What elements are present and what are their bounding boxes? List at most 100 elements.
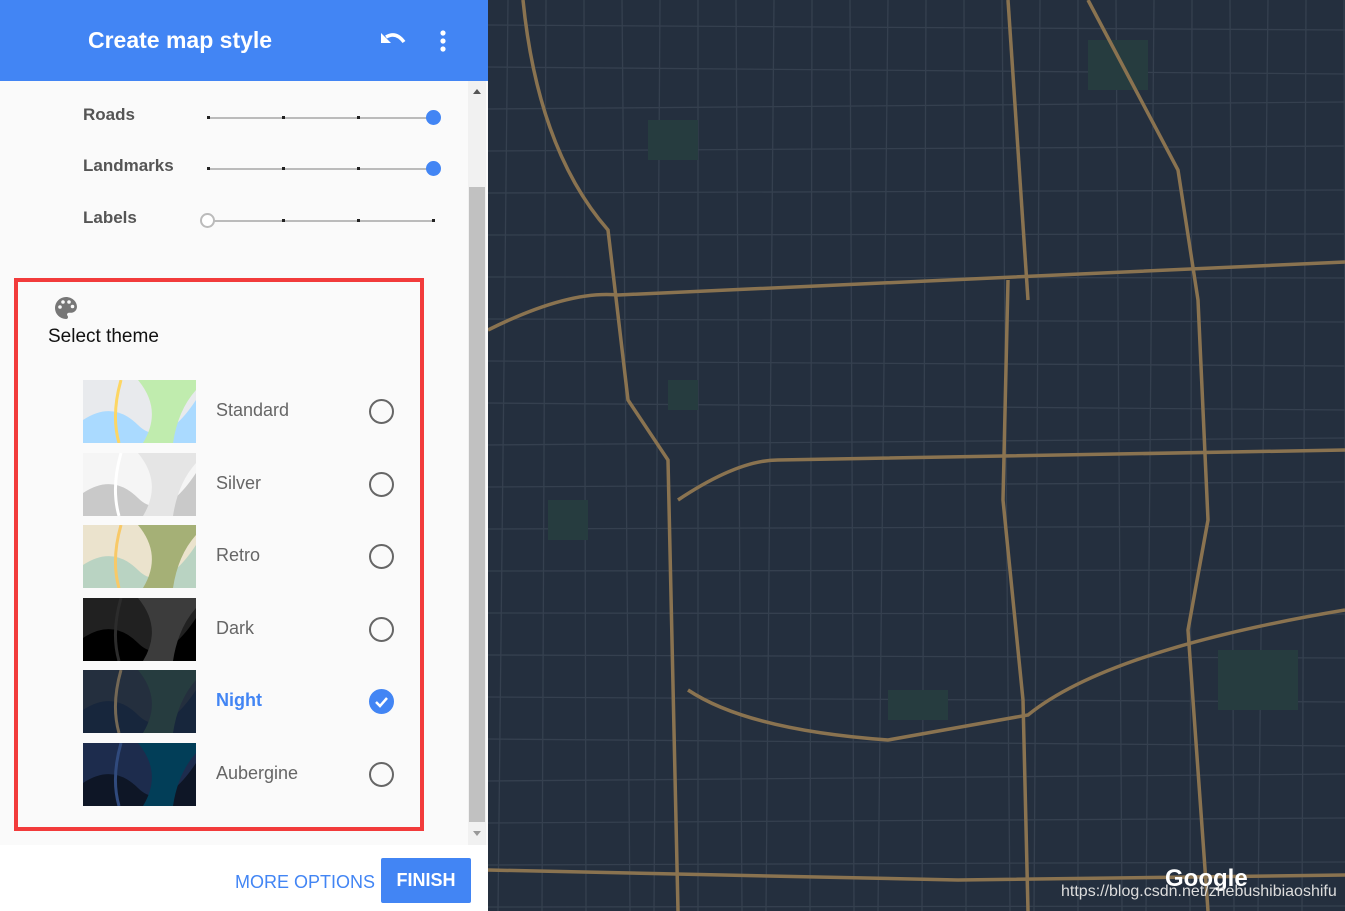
highway xyxy=(1006,0,1030,301)
minor-road xyxy=(877,0,889,911)
minor-road xyxy=(1189,0,1193,911)
slider-labels[interactable] xyxy=(200,213,435,228)
slider-tick xyxy=(282,167,285,170)
panel-header: Create map style xyxy=(0,0,488,81)
minor-road xyxy=(488,66,1345,75)
minor-road xyxy=(488,189,1345,194)
minor-road xyxy=(488,905,1345,908)
slider-tick xyxy=(357,167,360,170)
theme-label: Dark xyxy=(216,617,255,638)
page-title: Create map style xyxy=(88,27,273,53)
minor-road xyxy=(488,276,1345,279)
minor-road xyxy=(621,0,631,911)
slider-knob[interactable] xyxy=(426,161,441,176)
minor-road xyxy=(488,101,1345,110)
theme-radio[interactable] xyxy=(369,689,394,715)
minor-road xyxy=(849,0,855,911)
theme-thumbnail xyxy=(83,380,196,443)
park-area xyxy=(1218,650,1298,710)
undo-icon[interactable] xyxy=(378,28,408,54)
minor-road xyxy=(488,402,1345,411)
slider-label-labels: Labels xyxy=(83,208,137,227)
theme-section: Select theme Standard Silver Retro Dark … xyxy=(14,278,424,831)
highway xyxy=(677,448,1345,502)
park-area xyxy=(548,500,588,540)
minor-road xyxy=(488,654,1345,659)
theme-thumbnail xyxy=(83,670,196,734)
minor-road xyxy=(765,0,775,911)
slider-knob[interactable] xyxy=(426,110,441,125)
minor-road xyxy=(488,773,1345,782)
minor-road xyxy=(488,481,1345,488)
slider-roads[interactable] xyxy=(207,110,441,125)
select-theme-title: Select theme xyxy=(48,326,159,347)
slider-tick xyxy=(357,116,360,119)
theme-label: Night xyxy=(216,690,262,711)
minor-road xyxy=(488,233,1345,236)
minor-road xyxy=(1145,0,1155,911)
minor-road xyxy=(488,612,1345,615)
scrollbar-thumb[interactable] xyxy=(469,187,485,822)
minor-road xyxy=(541,0,547,911)
theme-option-night[interactable]: Night xyxy=(83,670,403,734)
slider-tick xyxy=(357,219,360,222)
panel-footer: MORE OPTIONS FINISH xyxy=(0,845,488,911)
theme-label: Silver xyxy=(216,472,262,493)
minor-road xyxy=(488,817,1345,824)
map-canvas[interactable]: Google https://blog.csdn.net/zhebushibia… xyxy=(488,0,1345,911)
panel-scroll-area: Roads Landmarks Labels Select theme Standa… xyxy=(0,81,488,845)
slider-label-landmarks: Landmarks xyxy=(83,156,174,175)
scroll-up-arrow[interactable] xyxy=(473,89,481,94)
style-panel: Create map style Roads Landmarks Labels Se… xyxy=(0,0,488,911)
minor-road xyxy=(488,437,1345,446)
slider-tick xyxy=(207,167,210,170)
theme-radio[interactable] xyxy=(369,399,394,424)
more-options-button[interactable]: MORE OPTIONS xyxy=(235,872,375,893)
theme-option-standard[interactable]: Standard xyxy=(83,380,403,443)
minor-road xyxy=(809,0,813,911)
theme-label: Retro xyxy=(216,545,261,566)
palette-icon xyxy=(54,296,78,325)
watermark-text: https://blog.csdn.net/zhebushibiaoshifu xyxy=(1061,883,1337,900)
minor-road xyxy=(488,738,1345,747)
scrollbar[interactable] xyxy=(468,81,486,845)
slider-label-roads: Roads xyxy=(83,105,135,124)
park-area xyxy=(648,120,698,160)
slider-knob[interactable] xyxy=(200,213,215,228)
theme-label: Aubergine xyxy=(216,763,299,783)
slider-tick xyxy=(282,219,285,222)
slider-tick xyxy=(432,219,435,222)
theme-option-aubergine[interactable]: Aubergine xyxy=(83,743,403,806)
scroll-down-arrow[interactable] xyxy=(473,831,481,836)
minor-road xyxy=(488,24,1345,31)
slider-tick xyxy=(282,116,285,119)
check-icon xyxy=(375,697,388,709)
theme-thumbnail xyxy=(83,452,196,516)
minor-road xyxy=(497,0,509,911)
theme-radio[interactable] xyxy=(369,471,394,497)
minor-road xyxy=(735,0,743,911)
minor-road xyxy=(583,0,587,911)
slider-tick xyxy=(207,116,210,119)
theme-option-dark[interactable]: Dark xyxy=(83,597,403,661)
finish-button[interactable]: FINISH xyxy=(381,858,471,903)
theme-radio[interactable] xyxy=(369,616,394,642)
park-area xyxy=(668,380,698,410)
theme-radio[interactable] xyxy=(369,762,394,787)
theme-option-silver[interactable]: Silver xyxy=(83,452,403,516)
minor-road xyxy=(488,145,1345,152)
theme-radio[interactable] xyxy=(369,544,394,570)
minor-road xyxy=(488,360,1345,367)
minor-road xyxy=(488,569,1345,572)
more-vert-icon[interactable] xyxy=(432,28,454,54)
theme-option-retro[interactable]: Retro xyxy=(83,525,403,589)
minor-road xyxy=(921,0,927,911)
theme-thumbnail xyxy=(83,597,196,661)
minor-road xyxy=(488,525,1345,530)
theme-thumbnail xyxy=(83,743,196,806)
park-area xyxy=(888,690,948,720)
theme-label: Standard xyxy=(216,400,290,420)
park-area xyxy=(1088,40,1148,90)
slider-landmarks[interactable] xyxy=(207,161,441,176)
minor-road xyxy=(488,318,1345,323)
